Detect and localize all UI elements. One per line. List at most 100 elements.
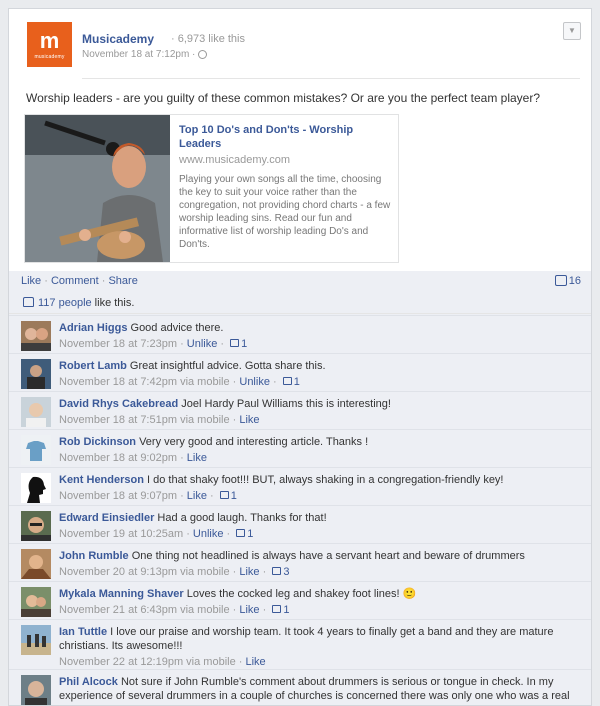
comment-like-toggle[interactable]: Unlike [239,376,270,388]
comment-link[interactable]: Comment [51,275,99,287]
comment-date[interactable]: November 21 at 6:43pm via mobile [59,604,230,616]
avatar[interactable] [21,549,51,579]
post-date-text[interactable]: November 18 at 7:12pm · [82,49,195,60]
comment-item: Mykala Manning Shaver Loves the cocked l… [9,581,591,619]
avatar[interactable] [21,435,51,465]
separator: · [44,275,51,287]
comment-author[interactable]: Kent Henderson [59,474,144,486]
comment-like-toggle[interactable]: Like [246,656,266,668]
thumbs-up-icon [230,339,240,348]
comment-date[interactable]: November 20 at 9:13pm via mobile [59,566,230,578]
post-actions-bar: Like · Comment · Share 16 [9,271,591,292]
comment-like-count[interactable]: 1 [294,376,300,388]
comment-meta: November 18 at 9:02pm · Like [59,452,207,464]
comment-body: Had a good laugh. Thanks for that! [154,512,327,524]
page-name[interactable]: Musicademy [82,32,154,46]
comment-count[interactable]: 16 [554,274,581,287]
comment-body: Joel Hardy Paul Williams this is interes… [178,398,391,410]
comment-like-toggle[interactable]: Like [187,452,207,464]
likes-suffix: like this. [91,297,135,309]
comment-meta: November 21 at 6:43pm via mobile · Like … [59,604,290,616]
comment-author[interactable]: Rob Dickinson [59,436,136,448]
comment-item: Kent Henderson I do that shaky foot!!! B… [9,467,591,505]
likes-people-link[interactable]: 117 people [38,297,92,309]
avatar[interactable] [21,675,51,705]
thumbs-up-icon [236,529,246,538]
comment-like-count[interactable]: 1 [247,528,253,540]
comment-like-toggle[interactable]: Like [239,566,259,578]
comment-author[interactable]: Adrian Higgs [59,322,127,334]
logo-text: musicademy [34,54,65,60]
logo-letter: m [39,28,60,53]
thumbs-up-icon [219,491,229,500]
comment-author[interactable]: Robert Lamb [59,360,127,372]
comment-date[interactable]: November 18 at 7:42pm via mobile [59,376,230,388]
comment-item: Ian Tuttle I love our praise and worship… [9,619,591,669]
comment-item: Adrian Higgs Good advice there. November… [9,315,591,353]
comment-like-count[interactable]: 1 [231,490,237,502]
avatar[interactable] [21,359,51,389]
post-card: m musicademy Musicademy · 6,973 like thi… [8,8,592,706]
comment-count-value: 16 [568,275,581,287]
comment-date[interactable]: November 19 at 10:25am [59,528,183,540]
comment-meta: November 19 at 10:25am · Unlike · 1 [59,528,254,540]
comment-like-toggle[interactable]: Unlike [193,528,224,540]
comment-author[interactable]: Phil Alcock [59,676,118,688]
shared-link[interactable]: Top 10 Do's and Don'ts - Worship Leaders… [24,114,399,263]
page-likes: · 6,973 like this [171,33,245,45]
comment-like-toggle[interactable]: Unlike [187,338,218,350]
comment-like-count[interactable]: 1 [241,338,247,350]
comment-text: Edward Einsiedler Had a good laugh. Than… [59,511,584,525]
globe-icon [198,49,208,59]
comment-body: I do that shaky foot!!! BUT, always shak… [143,474,504,486]
comment-body: Not sure if John Rumble's comment about … [59,676,576,705]
shared-link-image[interactable] [25,115,170,262]
comment-meta: November 22 at 12:19pm via mobile · Like [59,656,266,668]
thumbs-up-icon [23,297,34,308]
avatar[interactable] [21,587,51,617]
comment-body: I love our praise and worship team. It t… [59,626,554,652]
share-link[interactable]: Share [108,275,137,287]
comment-text: John Rumble One thing not headlined is a… [59,549,584,563]
comment-date[interactable]: November 18 at 7:23pm [59,338,177,350]
like-link[interactable]: Like [21,275,41,287]
comment-meta: November 20 at 9:13pm via mobile · Like … [59,566,290,578]
comment-date[interactable]: November 22 at 12:19pm via mobile [59,656,236,668]
comment-author[interactable]: David Rhys Cakebread [59,398,178,410]
comment-meta: November 18 at 9:07pm · Like · 1 [59,490,237,502]
comment-body: Loves the cocked leg and shakey foot lin… [183,588,417,600]
comment-like-toggle[interactable]: Like [239,604,259,616]
likes-summary: 117 people like this. [9,292,591,314]
comment-date[interactable]: November 18 at 9:07pm [59,490,177,502]
avatar[interactable] [21,511,51,541]
comment-text: Adrian Higgs Good advice there. [59,321,584,335]
comment-body: Good advice there. [127,322,224,334]
comment-text: Mykala Manning Shaver Loves the cocked l… [59,587,584,601]
comment-like-count[interactable]: 1 [283,604,289,616]
post-header: m musicademy Musicademy · 6,973 like thi… [9,9,591,89]
comment-text: Phil Alcock Not sure if John Rumble's co… [59,675,579,705]
comment-date[interactable]: November 18 at 7:51pm via mobile [59,414,230,426]
thumbs-up-icon [272,567,282,576]
comment-author[interactable]: John Rumble [59,550,129,562]
avatar[interactable] [21,321,51,351]
comment-item: Phil Alcock Not sure if John Rumble's co… [9,669,591,705]
comment-item: David Rhys Cakebread Joel Hardy Paul Wil… [9,391,591,429]
avatar[interactable] [21,473,51,503]
avatar[interactable] [21,625,51,655]
comment-item: Rob Dickinson Very very good and interes… [9,429,591,467]
comment-author[interactable]: Edward Einsiedler [59,512,154,524]
comment-date[interactable]: November 18 at 9:02pm [59,452,177,464]
shared-link-title[interactable]: Top 10 Do's and Don'ts - Worship Leaders [179,123,379,151]
comment-text: Kent Henderson I do that shaky foot!!! B… [59,473,584,487]
comment-like-toggle[interactable]: Like [239,414,259,426]
avatar[interactable] [21,397,51,427]
comment-text: Rob Dickinson Very very good and interes… [59,435,584,449]
page-logo[interactable]: m musicademy [27,22,72,67]
comment-like-toggle[interactable]: Like [187,490,207,502]
chevron-down-icon[interactable]: ▼ [563,22,581,40]
comment-author[interactable]: Mykala Manning Shaver [59,588,184,600]
comment-like-count[interactable]: 3 [283,566,289,578]
divider [82,78,580,79]
comment-author[interactable]: Ian Tuttle [59,626,107,638]
